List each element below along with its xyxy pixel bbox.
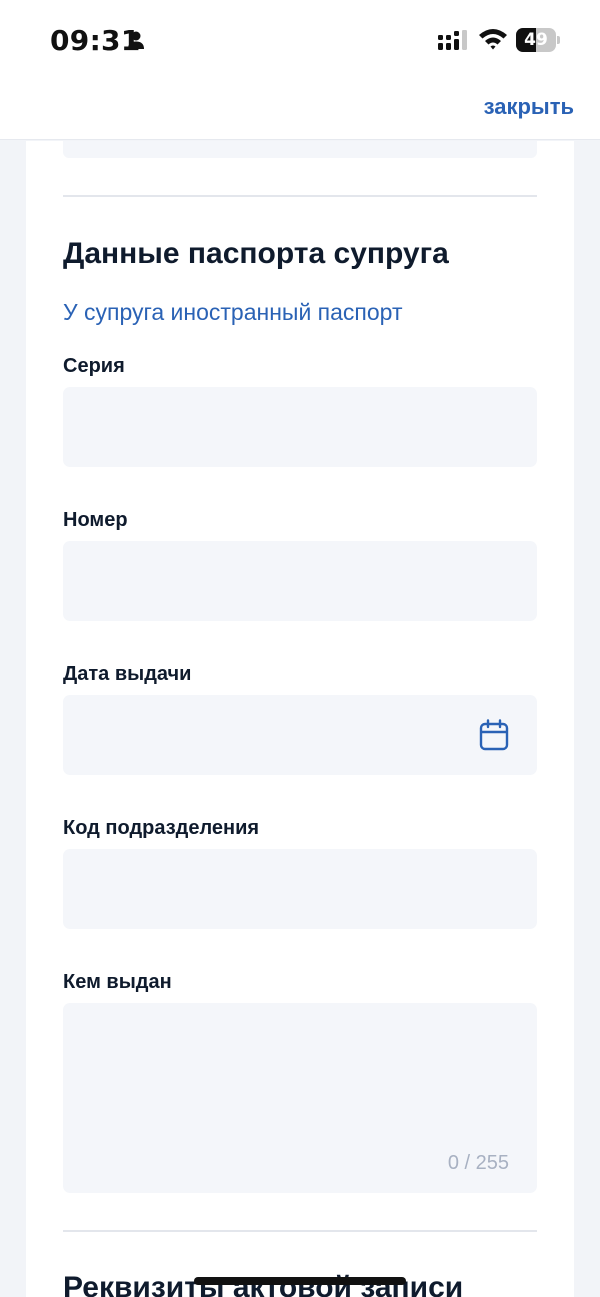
issue-date-label: Дата выдачи <box>63 663 192 685</box>
battery-indicator: 49 <box>516 28 560 52</box>
section-divider-top <box>63 195 537 197</box>
status-bar: 09:31 49 <box>0 0 600 72</box>
wifi-icon <box>479 29 507 50</box>
form-card: Данные паспорта супруга У супруга иностр… <box>26 141 574 1297</box>
person-icon <box>128 31 144 49</box>
screen: 09:31 49 закрыть Данные паспорта супруга… <box>0 0 600 1297</box>
division-code-label: Код подразделения <box>63 817 260 839</box>
top-nav: закрыть <box>0 72 600 140</box>
section-divider-bottom <box>63 1230 537 1232</box>
char-counter: 0 / 255 <box>447 1152 509 1174</box>
previous-field[interactable] <box>63 141 537 158</box>
calendar-icon[interactable] <box>479 719 509 751</box>
close-button[interactable]: закрыть <box>484 94 574 120</box>
number-label: Номер <box>63 509 128 531</box>
battery-level: 49 <box>524 30 548 50</box>
section-title: Данные паспорта супруга <box>63 237 449 270</box>
series-input[interactable] <box>63 387 537 467</box>
signal-icon <box>438 30 467 50</box>
home-indicator[interactable] <box>194 1277 406 1285</box>
series-label: Серия <box>63 355 125 377</box>
number-input[interactable] <box>63 541 537 621</box>
battery-body: 49 <box>516 28 556 52</box>
battery-cap <box>557 36 560 44</box>
issue-date-input[interactable] <box>63 695 537 775</box>
issued-by-label: Кем выдан <box>63 971 172 993</box>
issued-by-textarea[interactable]: 0 / 255 <box>63 1003 537 1193</box>
foreign-passport-link[interactable]: У супруга иностранный паспорт <box>63 299 403 326</box>
division-code-input[interactable] <box>63 849 537 929</box>
